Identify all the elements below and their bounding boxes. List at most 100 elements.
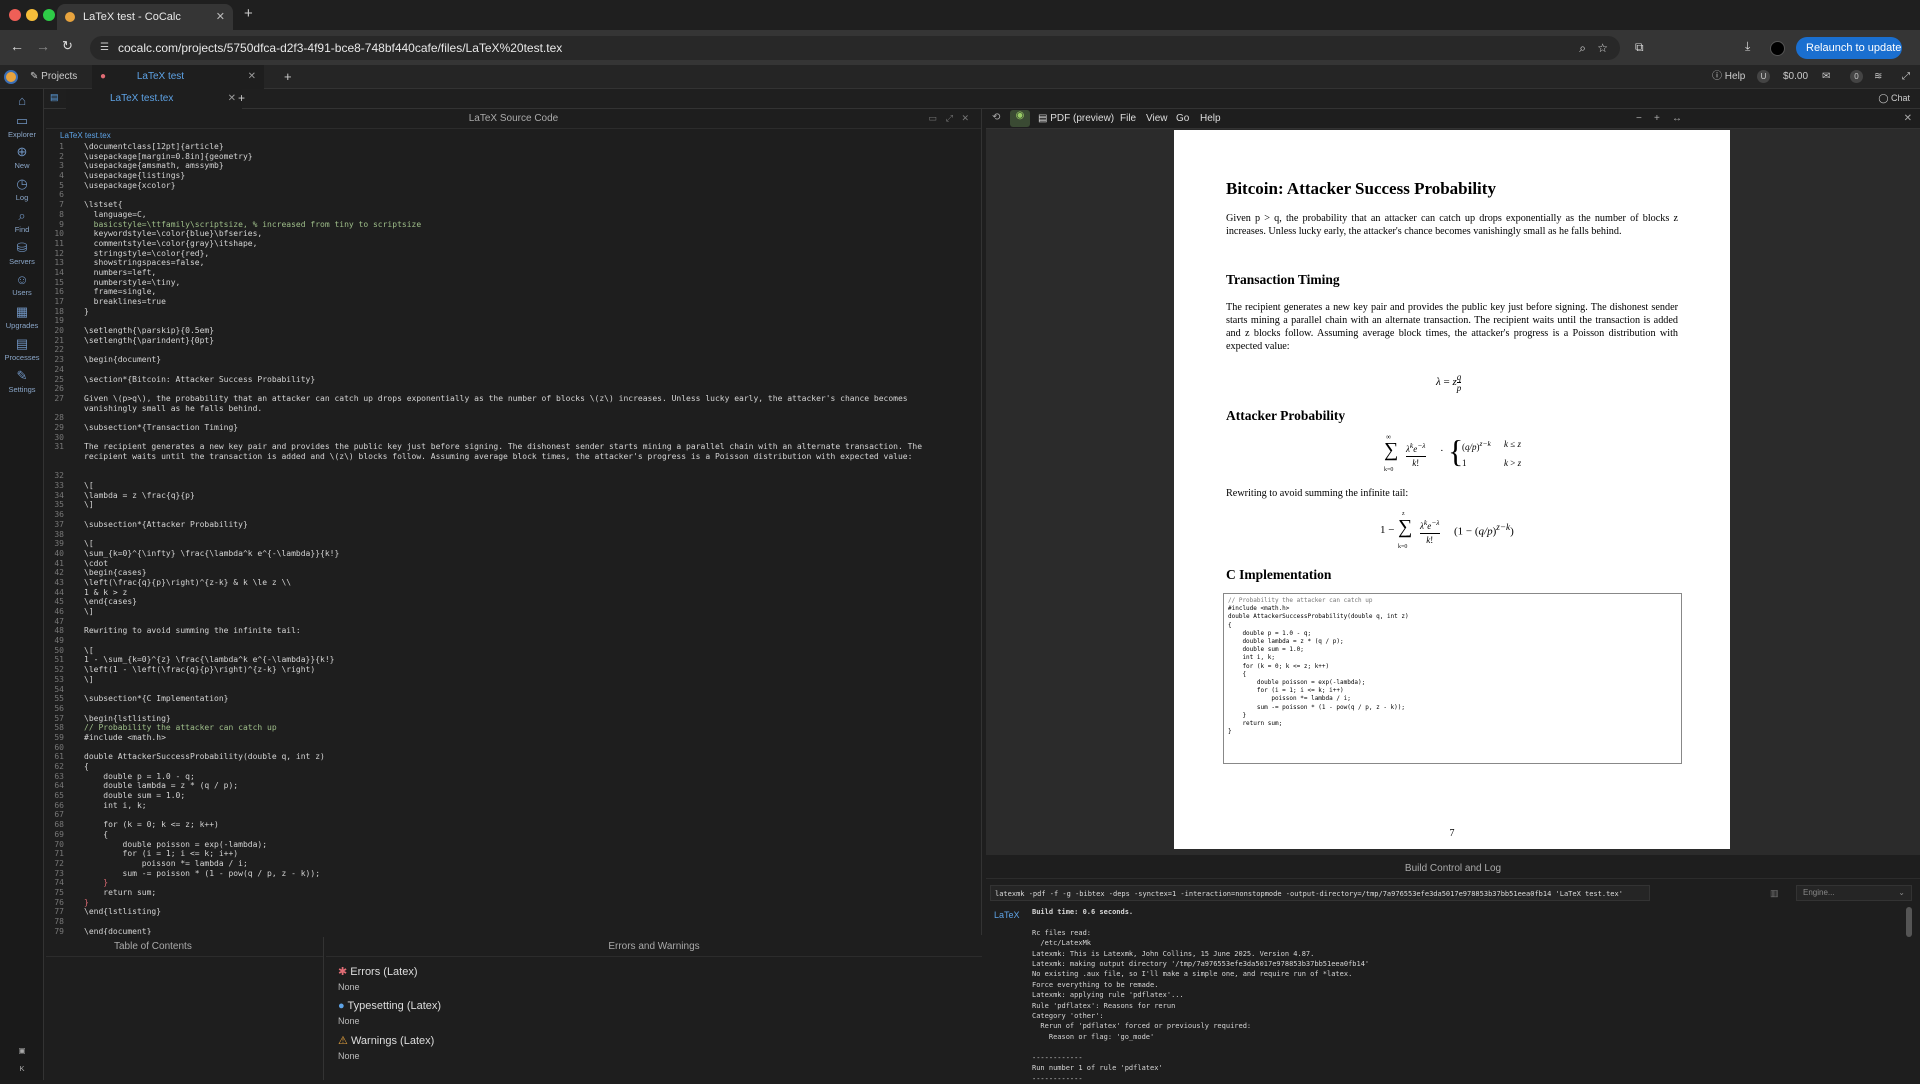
line-number: 4 — [59, 171, 64, 181]
menu-file[interactable]: File — [1120, 113, 1136, 124]
sidebar-item-upgrades[interactable]: ▦ Upgrades — [0, 304, 44, 330]
code-line: 18} — [46, 307, 982, 317]
code-line: 12 stringstyle=\color{red}, — [46, 249, 982, 259]
code-line: 58 // Probability the attacker can catch … — [46, 723, 982, 733]
bookmark-star-icon[interactable]: ☆ — [1597, 36, 1608, 60]
log-scrollbar[interactable] — [1906, 907, 1912, 937]
maximize-icon[interactable]: ⤢ — [946, 113, 953, 124]
close-frame-icon[interactable]: ✕ — [961, 113, 969, 124]
code-editor[interactable]: LaTeX test.tex 1 \documentclass[12pt]{art… — [46, 129, 982, 935]
line-text: \setlength{\parindent}{0pt} — [84, 335, 215, 345]
home-icon[interactable]: ⌂ — [0, 93, 44, 109]
forward-icon[interactable]: → — [36, 38, 50, 54]
close-tab-icon[interactable]: ✕ — [216, 4, 225, 30]
code-line: 68 for (k = 0; k <= z; k++) — [46, 820, 982, 830]
sidebar-label: Explorer — [8, 130, 36, 139]
code-line: 10 keywordstyle=\color{blue}\bfseries, — [46, 229, 982, 239]
new-file-tab-button[interactable]: + — [238, 91, 245, 105]
minimize-window-button[interactable] — [26, 9, 38, 21]
profile-avatar[interactable] — [1770, 41, 1785, 56]
line-text — [68, 530, 84, 540]
line-text: commentstyle=\color{gray}\itshape, — [84, 238, 258, 248]
fullscreen-icon[interactable]: ⤢ — [1902, 65, 1910, 89]
code-line: 61 double AttackerSuccessProbability(doub… — [46, 752, 982, 762]
maximize-window-button[interactable] — [43, 9, 55, 21]
sidebar-item-find[interactable]: ⌕ Find — [0, 208, 44, 234]
menu-help[interactable]: Help — [1200, 113, 1221, 124]
chat-button[interactable]: ◯ Chat — [1878, 93, 1910, 104]
menu-view[interactable]: View — [1146, 113, 1168, 124]
engine-select[interactable]: Engine... ⌄ — [1796, 885, 1912, 901]
zoom-out-icon[interactable]: − — [1636, 113, 1642, 124]
help-button[interactable]: ⓘ Help — [1712, 65, 1745, 89]
keyboard-icon[interactable]: K — [0, 1064, 44, 1073]
lambda-equation: λ = zq p — [1436, 372, 1462, 393]
sidebar-item-settings[interactable]: ✎ Settings — [0, 368, 44, 394]
reload-icon[interactable]: ↻ — [62, 38, 73, 54]
browser-tab-title: LaTeX test - CoCalc — [83, 11, 181, 23]
line-text — [68, 636, 84, 646]
split-icon[interactable]: ▭ — [928, 113, 937, 124]
line-number: 54 — [54, 684, 64, 694]
url-bar[interactable]: ☰ cocalc.com/projects/5750dfca-d2f3-4f91… — [90, 36, 1620, 60]
sidebar-item-processes[interactable]: ▤ Processes — [0, 336, 44, 362]
projects-tab[interactable]: ✎ Projects — [30, 65, 77, 89]
close-project-icon[interactable]: ✕ — [248, 65, 256, 89]
download-icon[interactable]: ⤓ — [1745, 39, 1750, 54]
close-window-button[interactable] — [9, 9, 21, 21]
relaunch-button[interactable]: Relaunch to update ⋮ — [1796, 37, 1902, 76]
balance[interactable]: $0.00 — [1783, 65, 1808, 89]
sync-icon[interactable]: ⟲ — [992, 112, 1000, 123]
sidebar-item-new[interactable]: ⊕ New — [0, 144, 44, 170]
listing-line: { — [1228, 670, 1247, 678]
code-line: 22 — [46, 345, 982, 355]
notification-count[interactable]: 0 — [1850, 70, 1863, 83]
build-options-icon[interactable]: ▥ — [1770, 888, 1779, 899]
code-line: 53 \] — [46, 675, 982, 685]
new-tab-button[interactable]: + — [244, 5, 253, 22]
line-number: 27 — [54, 393, 64, 403]
zoom-in-icon[interactable]: + — [1654, 113, 1660, 124]
line-number: 37 — [54, 519, 64, 529]
menu-go[interactable]: Go — [1176, 113, 1189, 124]
zoom-icon[interactable]: ⌕ — [1579, 36, 1586, 60]
user-avatar[interactable]: U — [1757, 70, 1770, 83]
extensions-icon[interactable]: ⧉ — [1635, 40, 1644, 55]
line-text: language=C, — [84, 209, 147, 219]
mail-icon[interactable]: ✉ — [1822, 65, 1830, 89]
build-command-input[interactable]: latexmk -pdf -f -g -bibtex -deps -syncte… — [990, 885, 1650, 901]
sidebar-item-users[interactable]: ☺ Users — [0, 272, 44, 297]
breadcrumb[interactable]: LaTeX test.tex — [46, 129, 982, 142]
listing-line: return sum; — [1228, 720, 1283, 728]
close-pdf-icon[interactable]: ✕ — [1904, 113, 1912, 124]
line-number: 17 — [54, 297, 64, 306]
line-number: 49 — [54, 636, 64, 646]
eye-icon[interactable]: ◉ — [1010, 110, 1030, 127]
sidebar-item-log[interactable]: ◷ Log — [0, 176, 44, 202]
toggle-sidebar-icon[interactable]: ▣ — [0, 1046, 44, 1055]
latex-log-tab[interactable]: LaTeX — [994, 910, 1020, 920]
back-icon[interactable]: ← — [10, 38, 24, 54]
sidebar-item-explorer[interactable]: ▭ Explorer — [0, 113, 44, 139]
close-file-icon[interactable]: ✕ — [228, 89, 236, 109]
file-list-icon[interactable]: ▤ — [50, 92, 59, 103]
project-tab[interactable]: ● LaTeX test ✕ — [92, 65, 264, 89]
browser-tab[interactable]: LaTeX test - CoCalc ✕ — [57, 4, 233, 30]
code-line: 11 commentstyle=\color{gray}\itshape, — [46, 239, 982, 249]
code-line: 44 1 & k > z — [46, 588, 982, 598]
fit-width-icon[interactable]: ↔ — [1672, 113, 1682, 124]
site-info-icon[interactable]: ☰ — [100, 36, 109, 60]
line-text — [68, 462, 84, 472]
code-line: 24 — [46, 365, 982, 375]
line-number: 47 — [54, 616, 64, 626]
code-line: vanishingly small as he falls behind. — [46, 404, 982, 414]
cocalc-logo-icon[interactable] — [4, 70, 18, 84]
file-tab[interactable]: LaTeX test.tex ✕ — [66, 89, 242, 109]
new-project-tab-button[interactable]: + — [284, 65, 292, 89]
sidebar-item-servers[interactable]: ⛁ Servers — [0, 240, 44, 266]
listing-line: double AttackerSuccessProbability(double… — [1228, 613, 1409, 621]
pdf-page[interactable]: Bitcoin: Attacker Success Probability Gi… — [1174, 130, 1730, 849]
code-line: 46 \] — [46, 607, 982, 617]
line-number: 11 — [54, 238, 64, 248]
sidebar-label: Servers — [9, 257, 35, 266]
